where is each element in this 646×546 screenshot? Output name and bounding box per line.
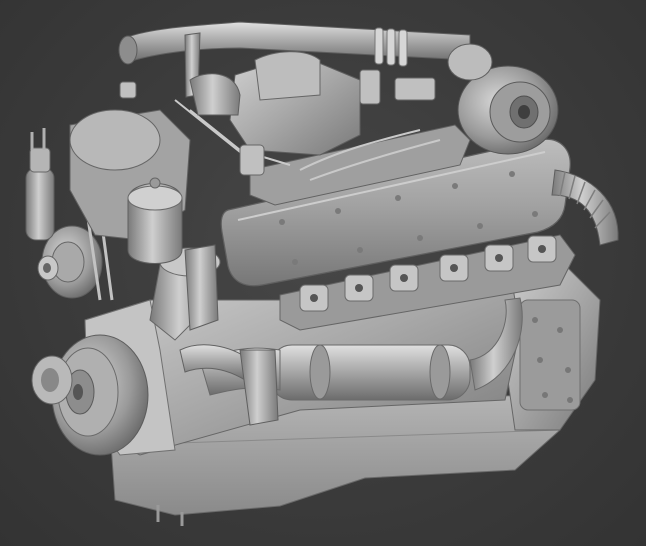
crank-belt-pulley xyxy=(31,355,73,405)
fuel-filter xyxy=(25,128,55,241)
coolant-pipe xyxy=(184,244,219,331)
air-filter-dome xyxy=(127,177,183,264)
render-viewport xyxy=(0,0,646,546)
engine-render xyxy=(25,21,619,526)
